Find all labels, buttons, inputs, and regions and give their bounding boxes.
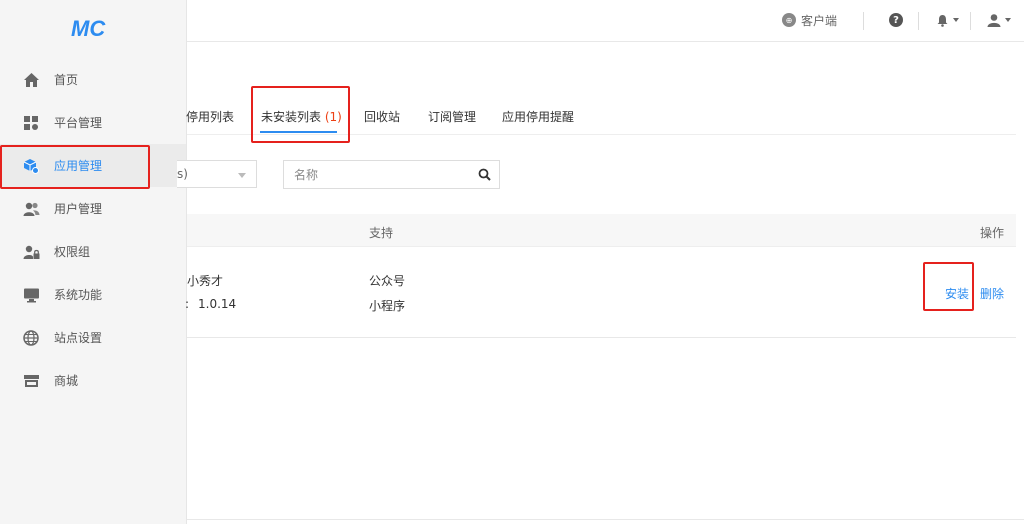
table-header: 支持 操作 xyxy=(187,214,1016,247)
sidebar-item-system[interactable]: 系统功能 xyxy=(0,273,186,316)
tab-label: 回收站 xyxy=(364,110,401,124)
users-icon xyxy=(22,200,40,218)
sidebar-item-label: 权限组 xyxy=(54,245,91,259)
sidebar-item-label: 系统功能 xyxy=(54,288,103,302)
sidebar-item-home[interactable]: 首页 xyxy=(0,58,186,101)
logo[interactable]: MC xyxy=(70,15,112,41)
tab-label: 未安装列表 xyxy=(261,110,322,124)
search-box xyxy=(283,160,500,189)
user-lock-icon xyxy=(22,243,40,261)
user-icon xyxy=(987,14,1001,27)
tab-disable-reminder[interactable]: 应用停用提醒 xyxy=(502,107,574,137)
install-button[interactable]: 安装 xyxy=(945,285,969,302)
tab-recycle-bin[interactable]: 回收站 xyxy=(364,107,400,137)
tab-label: 应用停用提醒 xyxy=(502,110,575,124)
column-header-support: 支持 xyxy=(369,226,394,240)
client-label: 客户端 xyxy=(801,13,838,28)
globe-icon xyxy=(22,329,40,347)
svg-text:MC: MC xyxy=(71,16,106,41)
sidebar-item-platform[interactable]: 平台管理 xyxy=(0,101,186,144)
grid-icon xyxy=(22,114,40,132)
delete-button[interactable]: 删除 xyxy=(980,285,1004,302)
search-icon[interactable] xyxy=(478,168,491,181)
column-header-action: 操作 xyxy=(980,226,1005,240)
monitor-icon xyxy=(22,286,40,304)
table-row: 小秀才 : 1.0.14 公众号 小程序 安装 删除 xyxy=(185,247,1016,338)
chevron-down-icon xyxy=(1005,18,1011,22)
divider xyxy=(970,12,971,30)
tab-label: 订阅管理 xyxy=(428,110,477,124)
version-label: : xyxy=(185,297,190,311)
sidebar-item-site[interactable]: 站点设置 xyxy=(0,316,186,359)
active-tab-indicator xyxy=(260,131,337,133)
tab-disabled-list[interactable]: 停用列表 xyxy=(186,107,234,137)
support-item: 公众号 xyxy=(369,274,406,288)
cube-icon xyxy=(22,157,40,175)
bell-icon xyxy=(937,14,948,27)
app-version: 1.0.14 xyxy=(198,297,237,311)
client-link[interactable]: ⊕ 客户端 xyxy=(782,0,837,40)
main-content: 停用列表 未安装列表 (1) 回收站 订阅管理 应用停用提醒 s) 支持 操作 … xyxy=(177,43,1024,524)
filter-select[interactable]: s) xyxy=(177,160,257,188)
notification-button[interactable] xyxy=(936,0,959,40)
client-circle-icon: ⊕ xyxy=(782,13,796,27)
divider xyxy=(863,12,864,30)
sidebar-item-label: 平台管理 xyxy=(54,116,103,130)
search-input[interactable] xyxy=(284,161,464,188)
sidebar-nav: 首页 平台管理 应用管理 用户管理 权限组 系统功能 站点设置 商城 xyxy=(0,58,186,402)
home-icon xyxy=(22,71,40,89)
app-name: 小秀才 xyxy=(187,274,224,288)
sidebar-item-label: 商城 xyxy=(54,374,79,388)
sidebar-item-label: 首页 xyxy=(54,73,79,87)
sidebar: MC 首页 平台管理 应用管理 用户管理 权限组 系统功能 站点设置 商城 xyxy=(0,0,187,524)
question-icon: ? xyxy=(889,13,903,27)
sidebar-item-label: 用户管理 xyxy=(54,202,103,216)
tab-count: (1) xyxy=(324,110,342,124)
chevron-down-icon xyxy=(238,173,246,178)
support-item: 小程序 xyxy=(369,299,406,313)
topbar: ⊕ 客户端 ? xyxy=(187,0,1024,42)
tab-label: 停用列表 xyxy=(186,110,235,124)
tab-subscription[interactable]: 订阅管理 xyxy=(428,107,476,137)
store-icon xyxy=(22,372,40,390)
sidebar-item-label: 站点设置 xyxy=(54,331,103,345)
divider xyxy=(187,519,1024,520)
chevron-down-icon xyxy=(953,18,959,22)
user-menu[interactable] xyxy=(987,0,1011,40)
sidebar-item-apps[interactable]: 应用管理 xyxy=(0,144,186,187)
divider xyxy=(918,12,919,30)
sidebar-item-users[interactable]: 用户管理 xyxy=(0,187,186,230)
select-value: s) xyxy=(177,167,188,181)
sidebar-item-store[interactable]: 商城 xyxy=(0,359,186,402)
help-button[interactable]: ? xyxy=(889,0,903,40)
sidebar-item-label: 应用管理 xyxy=(54,159,103,173)
sidebar-item-permission[interactable]: 权限组 xyxy=(0,230,186,273)
